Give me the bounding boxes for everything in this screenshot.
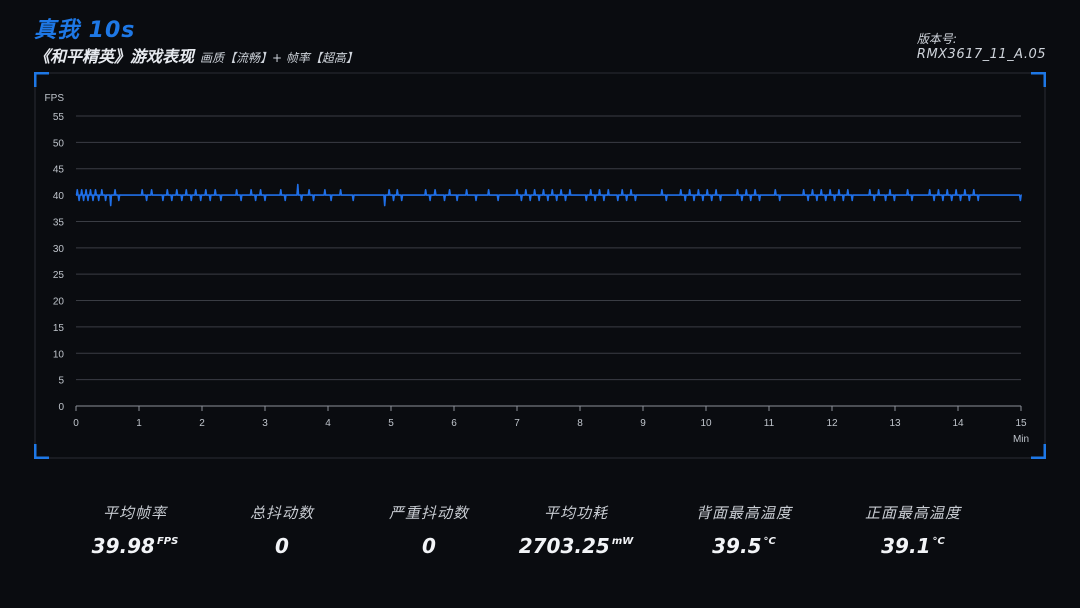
chart-grid: [76, 115, 1021, 407]
fps-chart: 0510152025303540455055FPS 0 1 2 3 4 5 6 7 8 9 10 11…: [34, 72, 1046, 459]
stat-label: 背面最高温度: [695, 504, 792, 522]
y-tick-label: 0: [58, 402, 64, 413]
stat-unit: FPS: [156, 536, 179, 547]
x-tick-label: 4: [325, 418, 331, 429]
x-axis: 0 1 2 3 4 5 6 7 8 9 10 11 12 13 14 15Min: [73, 405, 1029, 445]
y-tick-label: 35: [53, 217, 65, 228]
version-block: 版本号: RMX3617_11_A.05: [917, 31, 1046, 63]
x-tick-label: 12: [826, 418, 838, 429]
x-tick-label: 0: [73, 418, 79, 429]
stat-item: 平均功耗 2703.25 mW: [501, 502, 651, 558]
stat-label: 严重抖动数: [388, 504, 469, 522]
x-tick-label: 10: [700, 418, 712, 429]
stat-label: 平均帧率: [102, 504, 167, 522]
stat-label: 正面最高温度: [864, 504, 961, 522]
stat-item: 严重抖动数 0: [354, 502, 504, 558]
y-tick-label: 25: [53, 270, 65, 281]
x-tick-label: 7: [514, 418, 520, 429]
y-tick-label: 45: [53, 165, 65, 176]
stat-item: 背面最高温度 39.5 °C: [669, 502, 819, 558]
y-tick-label: 55: [53, 112, 65, 123]
chart-subtitle: 《和平精英》游戏表现 画质【流畅】+ 帧率【超高】: [34, 43, 358, 67]
y-tick-label: 5: [58, 376, 64, 387]
x-tick-label: 11: [764, 418, 775, 429]
x-tick-label: 15: [1015, 418, 1027, 429]
version-value: RMX3617_11_A.05: [916, 47, 1046, 62]
y-axis: 0 5 10 15 20 25 30 35 40 45 50 55 FPS: [45, 93, 65, 413]
stat-value: 39.5 °C: [712, 534, 776, 558]
stat-unit: °C: [932, 536, 945, 547]
y-tick-label: 10: [53, 349, 65, 360]
stat-item: 正面最高温度 39.1 °C: [838, 502, 988, 558]
stat-item: 总抖动数 0: [207, 502, 357, 558]
frame-corner-3: [1031, 444, 1046, 459]
game-title: 《和平精英》游戏表现: [34, 47, 195, 66]
x-tick-label: 5: [388, 418, 394, 429]
stat-value: 0: [422, 534, 436, 558]
stat-unit: mW: [611, 536, 634, 547]
y-tick-label: 15: [53, 323, 65, 334]
frame-border: [34, 72, 1046, 459]
x-tick-label: 8: [577, 418, 583, 429]
fps-series-line-0: [75, 183, 1022, 207]
y-tick-label: 50: [53, 138, 65, 149]
stat-value: 39.98 FPS: [91, 534, 179, 558]
settings-text: 画质【流畅】+ 帧率【超高】: [200, 51, 358, 65]
y-tick-label: 40: [53, 191, 65, 202]
frame-corner-2: [34, 444, 49, 459]
series-group: [75, 183, 1022, 207]
frame-corner-1: [1031, 72, 1046, 87]
y-tick-label: 20: [53, 297, 65, 308]
stat-value: 39.1 °C: [881, 534, 945, 558]
stat-item: 平均帧率 39.98 FPS: [60, 502, 210, 558]
frame-corner-0: [34, 72, 49, 87]
stat-value: 2703.25 mW: [518, 534, 634, 558]
x-tick-label: 3: [262, 418, 268, 429]
chart-panel: 0 5 10 15 20 25 30 35 40 45 50 55 FPS 0 1 2 3 4 5 6 7 8 9 10 11…: [34, 72, 1046, 459]
x-tick-label: 13: [889, 418, 901, 429]
chart-frame: [34, 72, 1046, 459]
x-tick-label: 14: [952, 418, 964, 429]
x-axis-label: Min: [1013, 434, 1029, 445]
stat-value: 0: [275, 534, 289, 558]
y-axis-label: FPS: [45, 93, 65, 104]
x-tick-label: 6: [451, 418, 457, 429]
device-title: 真我 10s: [34, 18, 136, 43]
stat-label: 总抖动数: [249, 504, 314, 522]
x-tick-label: 9: [640, 418, 646, 429]
x-tick-label: 1: [136, 418, 142, 429]
stat-label: 平均功耗: [543, 504, 608, 522]
version-label: 版本号:: [916, 32, 957, 46]
x-tick-label: 2: [199, 418, 205, 429]
stat-unit: °C: [763, 536, 776, 547]
y-tick-label: 30: [53, 244, 65, 255]
